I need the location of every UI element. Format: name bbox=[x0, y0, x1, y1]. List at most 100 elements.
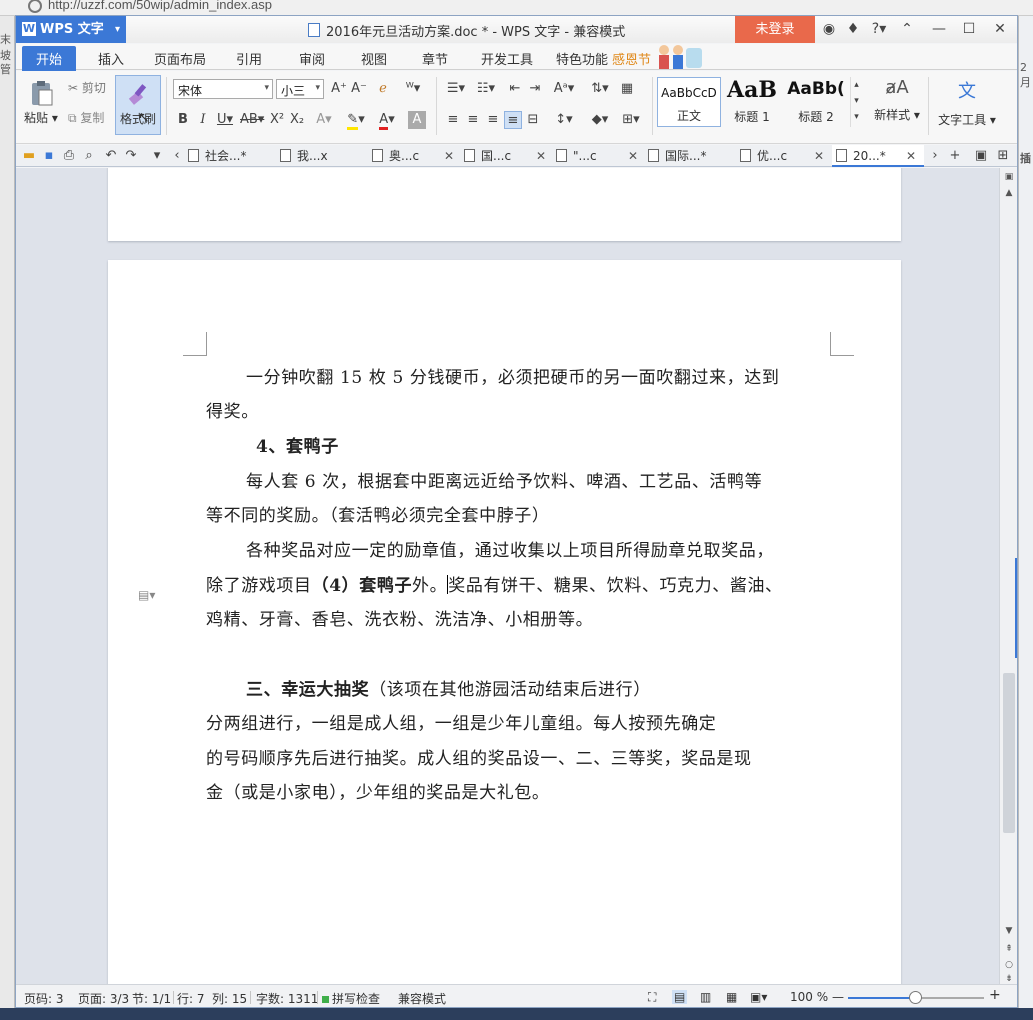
browse-object-icon[interactable]: ○ bbox=[1002, 960, 1016, 970]
scroll-up-icon[interactable]: ▲ bbox=[1002, 188, 1016, 198]
tab-developer[interactable]: 开发工具 bbox=[481, 49, 533, 68]
collapse-ribbon-icon[interactable]: ⌃ bbox=[898, 20, 916, 38]
doc-tab-2[interactable]: 我...x bbox=[280, 145, 372, 167]
redo-icon[interactable]: ↷ bbox=[122, 147, 140, 165]
paragraph-layout-icon[interactable]: ▤▾ bbox=[138, 588, 155, 602]
document-canvas[interactable]: 一分钟吹翻 15 枚 5 分钱硬币，必须把硬币的另一面吹翻过来，达到 得奖。 4… bbox=[16, 168, 999, 984]
zoom-level[interactable]: 100 % bbox=[790, 990, 828, 1004]
page-3[interactable]: 一分钟吹翻 15 枚 5 分钱硬币，必须把硬币的另一面吹翻过来，达到 得奖。 4… bbox=[108, 260, 901, 984]
page-view-icon[interactable]: ▤ bbox=[672, 990, 688, 1004]
paste-button[interactable]: 粘贴 ▾ bbox=[24, 109, 58, 126]
tab-references[interactable]: 引用 bbox=[236, 49, 262, 68]
underline-icon[interactable]: U▾ bbox=[214, 111, 236, 129]
format-painter-button[interactable]: 格式刷 ↖ bbox=[115, 75, 161, 135]
scroll-tabs-right-icon[interactable]: › bbox=[926, 147, 944, 165]
justify-icon[interactable]: ≡ bbox=[504, 111, 522, 129]
skin-icon[interactable]: ◉ bbox=[820, 20, 838, 38]
spell-check-toggle[interactable]: 拼写检查 bbox=[322, 990, 380, 1007]
vertical-scrollbar[interactable]: ▣ ▲ ▼ ⇞ ○ ⇟ bbox=[999, 168, 1017, 984]
tab-home[interactable]: 开始 bbox=[22, 46, 77, 71]
print-icon[interactable]: ⎙ bbox=[60, 147, 78, 165]
styles-scroll-icon[interactable]: ▴ ▾ ▾ bbox=[850, 77, 862, 127]
reading-view-icon[interactable]: ▣▾ bbox=[750, 990, 767, 1004]
line-spacing-icon[interactable]: ↕▾ bbox=[550, 111, 578, 129]
doc-tab-6[interactable]: 国际...* bbox=[648, 145, 740, 167]
tab-list-icon[interactable]: ▣ bbox=[972, 147, 990, 165]
cut-button[interactable]: ✂ 剪切 bbox=[68, 79, 106, 96]
tab-page-layout[interactable]: 页面布局 bbox=[154, 49, 206, 68]
save-icon[interactable]: ▪ bbox=[40, 147, 58, 165]
pinyin-icon[interactable]: ᵂ▾ bbox=[398, 80, 428, 98]
tab-review[interactable]: 审阅 bbox=[299, 49, 325, 68]
distribute-icon[interactable]: ⊟ bbox=[524, 111, 542, 129]
shading-icon[interactable]: ◆▾ bbox=[586, 111, 614, 129]
tab-chapter[interactable]: 章节 bbox=[422, 49, 448, 68]
doc-tab-3[interactable]: 奥...c ✕ bbox=[372, 145, 464, 167]
doc-tab-4[interactable]: 国...c ✕ bbox=[464, 145, 556, 167]
quick-access-dropdown-icon[interactable]: ▾ bbox=[148, 147, 166, 165]
zoom-slider-knob[interactable] bbox=[909, 991, 922, 1004]
doc-tab-8-active[interactable]: 20...* ✕ bbox=[832, 145, 924, 167]
style-heading-2[interactable]: AaBb( 标题 2 bbox=[784, 77, 848, 127]
shrink-font-icon[interactable]: A⁻ bbox=[350, 80, 368, 98]
align-left-icon[interactable]: ≡ bbox=[444, 111, 462, 129]
new-style-button[interactable]: ⱥA 新样式 ▾ bbox=[868, 77, 926, 123]
zoom-in-icon[interactable]: + bbox=[989, 987, 1001, 1003]
doc-tab-7[interactable]: 优...c ✕ bbox=[740, 145, 832, 167]
help-icon[interactable]: ?▾ bbox=[868, 20, 890, 38]
change-case-icon[interactable]: Aᵃ▾ bbox=[550, 80, 578, 98]
increase-indent-icon[interactable]: ⇥ bbox=[526, 80, 544, 98]
italic-icon[interactable]: I bbox=[194, 111, 212, 129]
highlight-icon[interactable]: ✎▾ bbox=[342, 111, 370, 130]
decrease-indent-icon[interactable]: ⇤ bbox=[506, 80, 524, 98]
align-center-icon[interactable]: ≡ bbox=[464, 111, 482, 129]
text-tools-button[interactable]: 文 文字工具 ▾ bbox=[934, 77, 1000, 128]
style-normal[interactable]: AaBbCcD 正文 bbox=[657, 77, 721, 127]
doc-tab-5[interactable]: "...c ✕ bbox=[556, 145, 648, 167]
close-icon[interactable]: ✕ bbox=[991, 20, 1009, 38]
web-view-icon[interactable]: ▦ bbox=[726, 990, 737, 1004]
borders-icon[interactable]: ⊞▾ bbox=[618, 111, 644, 129]
undo-icon[interactable]: ↶ bbox=[102, 147, 120, 165]
minimize-icon[interactable]: — bbox=[930, 20, 948, 38]
sort-icon[interactable]: ⇅▾ bbox=[588, 80, 612, 98]
login-button[interactable]: 未登录 bbox=[735, 16, 815, 43]
prev-page-icon[interactable]: ⇞ bbox=[1002, 944, 1016, 954]
close-tab-icon[interactable]: ✕ bbox=[814, 145, 824, 167]
font-size-select[interactable]: 小三 ▾ bbox=[276, 79, 324, 99]
scroll-top-icon[interactable]: ▣ bbox=[1002, 172, 1016, 182]
wps-app-menu-button[interactable]: W WPS 文字 ▾ bbox=[16, 16, 126, 43]
close-tab-icon[interactable]: ✕ bbox=[444, 145, 454, 167]
fullscreen-view-icon[interactable]: ⛶ bbox=[648, 990, 656, 1005]
zoom-out-icon[interactable]: — bbox=[832, 990, 844, 1004]
subscript-icon[interactable]: X₂ bbox=[288, 111, 306, 129]
grow-font-icon[interactable]: A⁺ bbox=[330, 80, 348, 98]
text-effect-icon[interactable]: A▾ bbox=[312, 111, 336, 129]
scroll-tabs-left-icon[interactable]: ‹ bbox=[168, 147, 186, 165]
doc-tab-1[interactable]: 社会...* bbox=[188, 145, 276, 167]
style-heading-1[interactable]: AaB 标题 1 bbox=[722, 77, 782, 127]
maximize-icon[interactable]: ☐ bbox=[960, 20, 978, 38]
font-name-select[interactable]: 宋体 ▾ bbox=[173, 79, 273, 99]
tab-options-icon[interactable]: ⊞ bbox=[994, 147, 1012, 165]
tab-features[interactable]: 特色功能 bbox=[556, 49, 608, 68]
numbering-icon[interactable]: ☷▾ bbox=[472, 80, 500, 98]
clear-format-icon[interactable]: ℯ bbox=[374, 80, 392, 98]
copy-button[interactable]: ⧉ 复制 bbox=[68, 109, 104, 126]
bold-icon[interactable]: B bbox=[174, 111, 192, 129]
close-tab-icon[interactable]: ✕ bbox=[536, 145, 546, 167]
tab-insert[interactable]: 插入 bbox=[98, 49, 124, 68]
print-preview-icon[interactable]: ⌕ bbox=[80, 147, 98, 165]
char-shading-icon[interactable]: A bbox=[408, 111, 426, 129]
tab-view[interactable]: 视图 bbox=[361, 49, 387, 68]
next-page-icon[interactable]: ⇟ bbox=[1002, 974, 1016, 984]
shirt-icon[interactable]: ♦ bbox=[844, 20, 862, 38]
strikethrough-icon[interactable]: AB▾ bbox=[240, 111, 264, 129]
open-folder-icon[interactable]: ▬ bbox=[20, 147, 38, 165]
new-tab-icon[interactable]: + bbox=[946, 147, 964, 165]
close-tab-icon[interactable]: ✕ bbox=[628, 145, 638, 167]
font-color-icon[interactable]: A▾ bbox=[374, 111, 400, 130]
bullets-icon[interactable]: ☰▾ bbox=[442, 80, 470, 98]
align-right-icon[interactable]: ≡ bbox=[484, 111, 502, 129]
status-word-count[interactable]: 字数: 1311 bbox=[256, 990, 318, 1007]
